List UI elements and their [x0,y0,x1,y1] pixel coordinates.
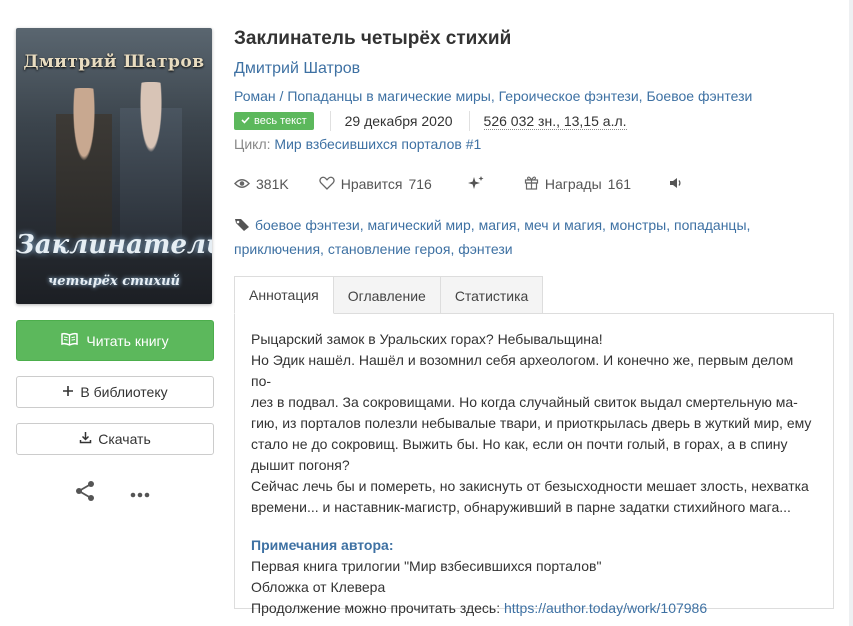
annotation-panel: Рыцарский замок в Уральских горах? Небыв… [234,313,834,616]
genre-link[interactable]: Попаданцы в магические миры [287,88,491,104]
genre-separator: , [490,88,499,104]
read-book-label: Читать книгу [86,332,169,349]
tag-link[interactable]: приключения [234,241,320,257]
tag-link[interactable]: боевое фэнтези [255,217,360,233]
annotation-line: дышит погоня? [251,457,350,473]
publish-date: 29 декабря 2020 [344,113,453,129]
download-icon [79,431,92,447]
cover-figure-female [120,82,182,242]
heart-icon [319,176,335,193]
check-icon [241,115,250,127]
stats-row: 381K Нравится 716 Награды 161 [234,174,683,194]
tag-list: боевое фэнтези, магический мир, магия, м… [234,216,751,257]
add-to-library-button[interactable]: В библиотеку [16,376,214,408]
cycle-info: Цикл: Мир взбесившихся порталов #1 [234,136,481,152]
character-count[interactable]: 526 032 зн., 13,15 а.л. [483,113,627,130]
share-icon[interactable] [74,480,96,507]
continuation-text: Продолжение можно прочитать здесь: [251,600,504,616]
likes-count: 716 [408,176,432,192]
cover-subtitle-text: четырёх стихий [48,274,180,289]
cover-title-text: Заклинатель [16,230,212,260]
author-note-line: Первая книга трилогии "Мир взбесившихся … [251,558,602,574]
tag-link[interactable]: магия [479,217,517,233]
divider [329,111,331,131]
views-stat: 381K [234,176,289,192]
annotation-line: Рыцарский замок в Уральских горах? Небыв… [251,331,603,347]
like-button[interactable]: Нравится 716 [319,176,432,193]
audio-button[interactable] [669,176,683,192]
read-book-button[interactable]: Читать книгу [16,320,214,361]
volume-icon [669,176,683,192]
tag-icon [234,216,251,238]
awards-label: Награды [544,176,602,192]
tag-link[interactable]: меч и магия [524,217,602,233]
book-card: Дмитрий Шатров Заклинатель четырёх стихи… [0,0,849,626]
cycle-label: Цикл: [234,136,271,152]
sparkle-icon [467,175,484,194]
book-open-icon [61,332,79,349]
annotation-line: Но Эдик нашёл. Нашёл и возомнил себя арх… [251,352,794,389]
views-count: 381K [256,176,289,192]
author-note-line: Обложка от Клевера [251,579,386,595]
status-badge: весь текст [234,112,314,130]
tag-link[interactable]: фэнтези [458,241,512,257]
sparkle-button[interactable] [467,175,484,194]
cover-author-text: Дмитрий Шатров [23,52,205,72]
info-tabs: Аннотация Оглавление Статистика [234,276,544,314]
annotation-line: времени... и наставник-магистр, обнаружи… [251,499,791,515]
annotation-line: стало не до сокровищ. Выжить бы. Но как,… [251,436,788,452]
download-label: Скачать [98,431,151,447]
awards-count: 161 [607,176,632,192]
author-notes-heading: Примечания автора: [251,537,394,553]
tag-link[interactable]: попаданцы [674,217,747,233]
tab-contents[interactable]: Оглавление [333,276,441,314]
author-link[interactable]: Дмитрий Шатров [234,60,360,78]
continuation-link[interactable]: https://author.today/work/107986 [504,600,707,616]
genre-list: Роман / Попаданцы в магические миры, Гер… [234,88,752,104]
tab-statistics[interactable]: Статистика [440,276,544,314]
cover-figure-male [56,88,112,238]
tag-link[interactable]: магический мир [367,217,470,233]
genre-link[interactable]: Героическое фэнтези [499,88,639,104]
tag-link[interactable]: становление героя [328,241,451,257]
cycle-link[interactable]: Мир взбесившихся порталов #1 [274,136,481,152]
genre-link[interactable]: Роман [234,88,276,104]
likes-label: Нравится [340,176,403,192]
divider [468,111,470,131]
gift-icon [524,175,539,193]
book-title: Заклинатель четырёх стихий [234,28,512,49]
annotation-line: лез в подвал. За сокровищами. Но когда с… [251,394,798,410]
genre-link[interactable]: Боевое фэнтези [646,88,752,104]
book-cover-image[interactable]: Дмитрий Шатров Заклинатель четырёх стихи… [16,28,212,304]
add-to-library-label: В библиотеку [80,384,168,400]
status-badge-label: весь текст [254,115,307,127]
share-actions [74,480,150,507]
tag-link[interactable]: монстры [610,217,666,233]
tab-annotation[interactable]: Аннотация [234,276,334,314]
eye-icon [234,176,250,192]
annotation-line: Сейчас лечь бы и помереть, но закиснуть … [251,478,809,494]
awards-button[interactable]: Награды 161 [524,175,631,193]
plus-icon [62,384,74,400]
book-meta: весь текст 29 декабря 2020 526 032 зн., … [234,110,627,132]
continuation-line: Продолжение можно прочитать здесь: https… [251,598,817,619]
annotation-line: гию, из порталов полезли небывалые твари… [251,415,812,431]
genre-separator: / [275,88,288,104]
download-button[interactable]: Скачать [16,423,214,455]
more-icon[interactable] [130,485,150,503]
